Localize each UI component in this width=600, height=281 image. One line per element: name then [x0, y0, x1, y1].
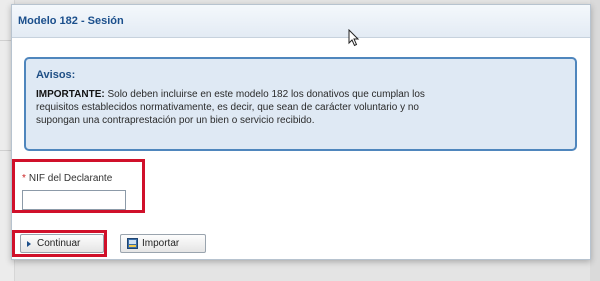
import-button[interactable]: Importar — [120, 234, 206, 253]
notice-text: IMPORTANTE: Solo deben incluirse en este… — [36, 88, 565, 127]
highlight-box-continue — [12, 230, 107, 257]
session-dialog: Modelo 182 - Sesión Avisos: IMPORTANTE: … — [11, 4, 591, 260]
notice-title: Avisos: — [36, 69, 76, 81]
import-button-label: Importar — [142, 238, 180, 249]
mouse-pointer-icon — [348, 29, 360, 47]
notice-line-1: Solo deben incluirse en este modelo 182 … — [104, 89, 425, 100]
highlight-box-nif — [12, 159, 145, 213]
background-edge — [590, 0, 600, 281]
dialog-title: Modelo 182 - Sesión — [18, 15, 124, 27]
import-icon — [127, 238, 138, 249]
dialog-titlebar[interactable]: Modelo 182 - Sesión — [12, 5, 590, 38]
notice-important-label: IMPORTANTE: — [36, 89, 105, 100]
notice-line-2: requisitos establecidos normativamente, … — [36, 102, 419, 113]
notice-box: Avisos: IMPORTANTE: Solo deben incluirse… — [24, 57, 577, 151]
notice-line-3: supongan una contraprestación por un bie… — [36, 115, 315, 126]
